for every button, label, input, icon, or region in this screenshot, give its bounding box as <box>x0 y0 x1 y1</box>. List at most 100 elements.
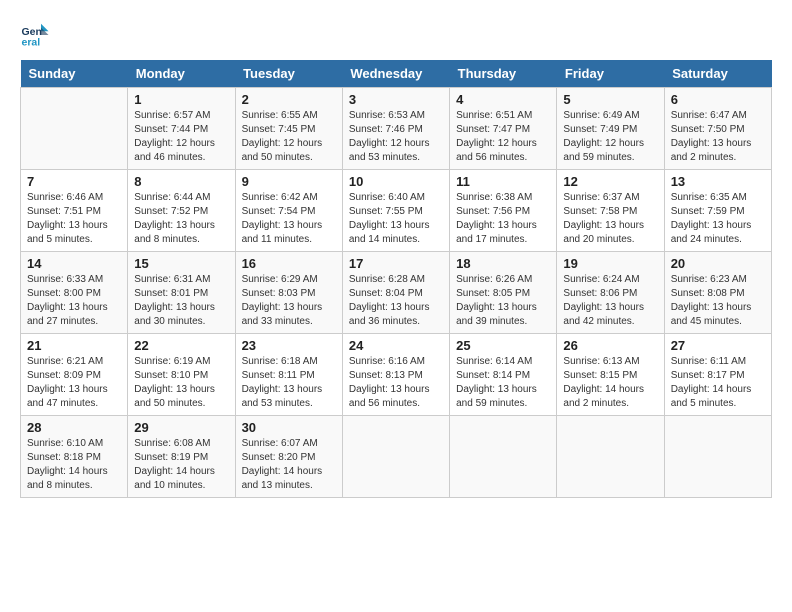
calendar-cell: 10 Sunrise: 6:40 AM Sunset: 7:55 PM Dayli… <box>342 170 449 252</box>
day-number: 2 <box>242 92 336 107</box>
calendar-cell: 19 Sunrise: 6:24 AM Sunset: 8:06 PM Dayli… <box>557 252 664 334</box>
day-number: 7 <box>27 174 121 189</box>
day-of-week-header: Friday <box>557 60 664 88</box>
day-number: 24 <box>349 338 443 353</box>
day-info: Sunrise: 6:40 AM Sunset: 7:55 PM Dayligh… <box>349 191 443 247</box>
day-number: 21 <box>27 338 121 353</box>
day-info: Sunrise: 6:46 AM Sunset: 7:51 PM Dayligh… <box>27 191 121 247</box>
calendar-cell: 24 Sunrise: 6:16 AM Sunset: 8:13 PM Dayli… <box>342 334 449 416</box>
day-number: 29 <box>134 420 228 435</box>
day-info: Sunrise: 6:37 AM Sunset: 7:58 PM Dayligh… <box>563 191 657 247</box>
day-number: 27 <box>671 338 765 353</box>
day-info: Sunrise: 6:07 AM Sunset: 8:20 PM Dayligh… <box>242 437 336 493</box>
calendar-cell: 16 Sunrise: 6:29 AM Sunset: 8:03 PM Dayli… <box>235 252 342 334</box>
calendar-table: SundayMondayTuesdayWednesdayThursdayFrid… <box>20 60 772 498</box>
day-number: 1 <box>134 92 228 107</box>
day-number: 11 <box>456 174 550 189</box>
day-info: Sunrise: 6:38 AM Sunset: 7:56 PM Dayligh… <box>456 191 550 247</box>
calendar-cell: 12Sunrise: 6:37 AM Sunset: 7:58 PM Dayli… <box>557 170 664 252</box>
calendar-cell: 13 Sunrise: 6:35 AM Sunset: 7:59 PM Dayli… <box>664 170 771 252</box>
day-info: Sunrise: 6:51 AM Sunset: 7:47 PM Dayligh… <box>456 109 550 165</box>
table-row: 14 Sunrise: 6:33 AM Sunset: 8:00 PM Dayli… <box>21 252 772 334</box>
calendar-cell: 27Sunrise: 6:11 AM Sunset: 8:17 PM Dayli… <box>664 334 771 416</box>
day-number: 9 <box>242 174 336 189</box>
table-row: 7 Sunrise: 6:46 AM Sunset: 7:51 PM Daylig… <box>21 170 772 252</box>
day-number: 3 <box>349 92 443 107</box>
calendar-cell: 21 Sunrise: 6:21 AM Sunset: 8:09 PM Dayli… <box>21 334 128 416</box>
table-row: 21 Sunrise: 6:21 AM Sunset: 8:09 PM Dayli… <box>21 334 772 416</box>
calendar-cell: 20Sunrise: 6:23 AM Sunset: 8:08 PM Dayli… <box>664 252 771 334</box>
day-number: 16 <box>242 256 336 271</box>
day-info: Sunrise: 6:26 AM Sunset: 8:05 PM Dayligh… <box>456 273 550 329</box>
day-info: Sunrise: 6:33 AM Sunset: 8:00 PM Dayligh… <box>27 273 121 329</box>
calendar-cell <box>342 416 449 498</box>
calendar-cell: 30 Sunrise: 6:07 AM Sunset: 8:20 PM Dayli… <box>235 416 342 498</box>
calendar-cell: 2 Sunrise: 6:55 AM Sunset: 7:45 PM Daylig… <box>235 88 342 170</box>
day-number: 30 <box>242 420 336 435</box>
day-info: Sunrise: 6:19 AM Sunset: 8:10 PM Dayligh… <box>134 355 228 411</box>
day-info: Sunrise: 6:24 AM Sunset: 8:06 PM Dayligh… <box>563 273 657 329</box>
day-info: Sunrise: 6:18 AM Sunset: 8:11 PM Dayligh… <box>242 355 336 411</box>
day-info: Sunrise: 6:35 AM Sunset: 7:59 PM Dayligh… <box>671 191 765 247</box>
day-info: Sunrise: 6:10 AM Sunset: 8:18 PM Dayligh… <box>27 437 121 493</box>
calendar-cell <box>557 416 664 498</box>
day-info: Sunrise: 6:14 AM Sunset: 8:14 PM Dayligh… <box>456 355 550 411</box>
day-info: Sunrise: 6:53 AM Sunset: 7:46 PM Dayligh… <box>349 109 443 165</box>
calendar-cell: 28 Sunrise: 6:10 AM Sunset: 8:18 PM Dayli… <box>21 416 128 498</box>
calendar-cell: 3 Sunrise: 6:53 AM Sunset: 7:46 PM Daylig… <box>342 88 449 170</box>
calendar-cell <box>664 416 771 498</box>
calendar-cell: 11 Sunrise: 6:38 AM Sunset: 7:56 PM Dayli… <box>450 170 557 252</box>
day-number: 8 <box>134 174 228 189</box>
day-info: Sunrise: 6:55 AM Sunset: 7:45 PM Dayligh… <box>242 109 336 165</box>
table-row: 28 Sunrise: 6:10 AM Sunset: 8:18 PM Dayli… <box>21 416 772 498</box>
day-info: Sunrise: 6:21 AM Sunset: 8:09 PM Dayligh… <box>27 355 121 411</box>
day-number: 14 <box>27 256 121 271</box>
calendar-cell: 4 Sunrise: 6:51 AM Sunset: 7:47 PM Daylig… <box>450 88 557 170</box>
day-info: Sunrise: 6:49 AM Sunset: 7:49 PM Dayligh… <box>563 109 657 165</box>
day-of-week-header: Thursday <box>450 60 557 88</box>
calendar-cell: 14 Sunrise: 6:33 AM Sunset: 8:00 PM Dayli… <box>21 252 128 334</box>
day-info: Sunrise: 6:44 AM Sunset: 7:52 PM Dayligh… <box>134 191 228 247</box>
day-number: 5 <box>563 92 657 107</box>
day-of-week-header: Sunday <box>21 60 128 88</box>
day-of-week-header: Saturday <box>664 60 771 88</box>
calendar-cell: 9Sunrise: 6:42 AM Sunset: 7:54 PM Daylig… <box>235 170 342 252</box>
day-of-week-header: Monday <box>128 60 235 88</box>
day-number: 10 <box>349 174 443 189</box>
day-number: 4 <box>456 92 550 107</box>
day-number: 26 <box>563 338 657 353</box>
calendar-cell: 29 Sunrise: 6:08 AM Sunset: 8:19 PM Dayli… <box>128 416 235 498</box>
day-number: 20 <box>671 256 765 271</box>
calendar-cell: 18 Sunrise: 6:26 AM Sunset: 8:05 PM Dayli… <box>450 252 557 334</box>
calendar-cell: 23 Sunrise: 6:18 AM Sunset: 8:11 PM Dayli… <box>235 334 342 416</box>
day-number: 25 <box>456 338 550 353</box>
day-number: 28 <box>27 420 121 435</box>
day-number: 22 <box>134 338 228 353</box>
day-info: Sunrise: 6:13 AM Sunset: 8:15 PM Dayligh… <box>563 355 657 411</box>
day-info: Sunrise: 6:16 AM Sunset: 8:13 PM Dayligh… <box>349 355 443 411</box>
logo: Gen eral <box>20 20 54 50</box>
calendar-cell: 25 Sunrise: 6:14 AM Sunset: 8:14 PM Dayli… <box>450 334 557 416</box>
table-row: 1 Sunrise: 6:57 AM Sunset: 7:44 PM Daylig… <box>21 88 772 170</box>
day-info: Sunrise: 6:28 AM Sunset: 8:04 PM Dayligh… <box>349 273 443 329</box>
day-info: Sunrise: 6:08 AM Sunset: 8:19 PM Dayligh… <box>134 437 228 493</box>
day-info: Sunrise: 6:29 AM Sunset: 8:03 PM Dayligh… <box>242 273 336 329</box>
day-number: 18 <box>456 256 550 271</box>
day-number: 19 <box>563 256 657 271</box>
day-info: Sunrise: 6:47 AM Sunset: 7:50 PM Dayligh… <box>671 109 765 165</box>
calendar-cell: 5 Sunrise: 6:49 AM Sunset: 7:49 PM Daylig… <box>557 88 664 170</box>
calendar-cell: 17 Sunrise: 6:28 AM Sunset: 8:04 PM Dayli… <box>342 252 449 334</box>
day-info: Sunrise: 6:31 AM Sunset: 8:01 PM Dayligh… <box>134 273 228 329</box>
day-number: 23 <box>242 338 336 353</box>
calendar-cell: 26 Sunrise: 6:13 AM Sunset: 8:15 PM Dayli… <box>557 334 664 416</box>
calendar-cell: 1 Sunrise: 6:57 AM Sunset: 7:44 PM Daylig… <box>128 88 235 170</box>
day-of-week-header: Tuesday <box>235 60 342 88</box>
calendar-cell: 8 Sunrise: 6:44 AM Sunset: 7:52 PM Daylig… <box>128 170 235 252</box>
day-of-week-header: Wednesday <box>342 60 449 88</box>
day-number: 13 <box>671 174 765 189</box>
calendar-cell <box>450 416 557 498</box>
calendar-cell: 22 Sunrise: 6:19 AM Sunset: 8:10 PM Dayli… <box>128 334 235 416</box>
logo-icon: Gen eral <box>20 20 50 50</box>
day-info: Sunrise: 6:57 AM Sunset: 7:44 PM Dayligh… <box>134 109 228 165</box>
day-number: 17 <box>349 256 443 271</box>
